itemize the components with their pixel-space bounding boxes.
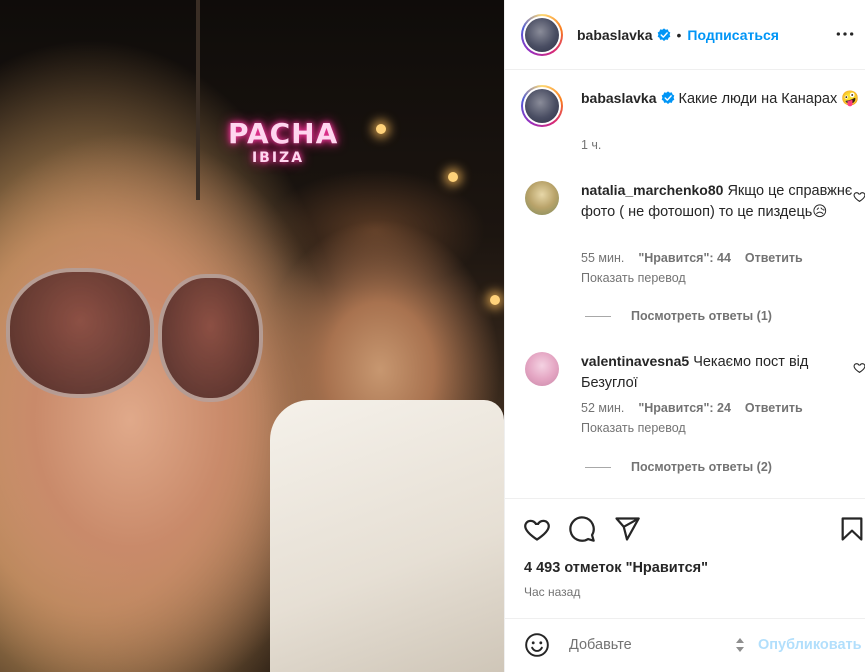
- separator-dot: •: [676, 26, 682, 43]
- share-icon[interactable]: [613, 515, 641, 543]
- reply-button[interactable]: Ответить: [745, 251, 803, 265]
- more-options-icon[interactable]: [835, 24, 855, 44]
- verified-badge-icon: [661, 91, 674, 104]
- commenter-username[interactable]: valentinavesna5: [581, 353, 689, 369]
- street-lamp: [490, 295, 500, 305]
- caption-item: babaslavka Какие люди на Канарах 🤪 1 ч.: [521, 71, 865, 161]
- comment-time: 52 мин.: [581, 401, 625, 415]
- comment-meta: 55 мин. "Нравится": 44 Ответить: [581, 251, 803, 265]
- view-replies-button[interactable]: Посмотреть ответы (2): [585, 460, 772, 474]
- emoji-icon[interactable]: [524, 632, 550, 658]
- comment-meta: 52 мин. "Нравится": 24 Ответить: [581, 401, 803, 415]
- verified-badge-icon: [657, 27, 670, 41]
- translate-button[interactable]: Показать перевод: [581, 421, 686, 435]
- caption-text: babaslavka Какие люди на Канарах 🤪: [581, 88, 861, 110]
- post-actions: 4 493 отметок "Нравится" Час назад: [505, 498, 865, 618]
- author-avatar[interactable]: [521, 13, 563, 56]
- caption-author-username[interactable]: babaslavka: [581, 90, 657, 106]
- replies-divider-line: [585, 315, 611, 317]
- reply-button[interactable]: Ответить: [745, 401, 803, 415]
- translate-button[interactable]: Показать перевод: [581, 271, 686, 285]
- sunglasses-left-lens: [6, 268, 154, 398]
- author-username[interactable]: babaslavka: [577, 27, 653, 43]
- street-lamp: [376, 124, 386, 134]
- comment-time: 55 мин.: [581, 251, 625, 265]
- comment-text: natalia_marchenko80 Якщо це справжнє фот…: [581, 180, 861, 223]
- street-pole: [196, 0, 200, 200]
- comments-list[interactable]: babaslavka Какие люди на Канарах 🤪 1 ч. …: [505, 71, 865, 498]
- resize-handle-icon[interactable]: [734, 635, 746, 655]
- post-photo[interactable]: PACHA IBIZA: [0, 0, 504, 672]
- comment-likes-count[interactable]: "Нравится": 24: [638, 401, 731, 415]
- white-shirt: [270, 400, 504, 672]
- view-replies-button[interactable]: Посмотреть ответы (1): [585, 309, 772, 323]
- neon-sign: PACHA IBIZA: [228, 117, 339, 178]
- view-replies-label: Посмотреть ответы (2): [631, 460, 772, 474]
- neon-sign-line1: PACHA: [228, 117, 339, 150]
- replies-divider-line: [585, 466, 611, 468]
- add-comment-bar: Опубликовать: [505, 618, 865, 672]
- comment-item: valentinavesna5 Чекаємо пост від Безугло…: [521, 350, 865, 498]
- caption-body: Какие люди на Канарах 🤪: [678, 91, 860, 107]
- comment-text: valentinavesna5 Чекаємо пост від Безугло…: [581, 351, 861, 394]
- sunglasses-right-lens: [158, 274, 263, 402]
- commenter-avatar[interactable]: [525, 181, 559, 215]
- post-side-panel: babaslavka • Подписаться babaslavka Каки…: [504, 0, 865, 672]
- caption-author-avatar[interactable]: [521, 85, 563, 127]
- comment-icon[interactable]: [568, 515, 596, 543]
- caption-time: 1 ч.: [581, 138, 602, 152]
- heart-icon[interactable]: [523, 515, 551, 543]
- post-header: babaslavka • Подписаться: [505, 0, 865, 70]
- neon-sign-line2: IBIZA: [251, 150, 305, 166]
- comment-input[interactable]: [569, 633, 719, 657]
- comment-item: natalia_marchenko80 Якщо це справжнє фот…: [521, 179, 865, 329]
- post-time: Час назад: [524, 585, 581, 599]
- comment-like-icon[interactable]: [853, 361, 865, 374]
- follow-button[interactable]: Подписаться: [687, 27, 779, 43]
- comment-likes-count[interactable]: "Нравится": 44: [638, 251, 731, 265]
- bookmark-icon[interactable]: [838, 515, 865, 543]
- publish-button[interactable]: Опубликовать: [758, 637, 862, 653]
- likes-count[interactable]: 4 493 отметок "Нравится": [524, 560, 708, 576]
- view-replies-label: Посмотреть ответы (1): [631, 309, 772, 323]
- commenter-avatar[interactable]: [525, 352, 559, 386]
- commenter-username[interactable]: natalia_marchenko80: [581, 182, 723, 198]
- street-lamp: [448, 172, 458, 182]
- comment-like-icon[interactable]: [853, 190, 865, 203]
